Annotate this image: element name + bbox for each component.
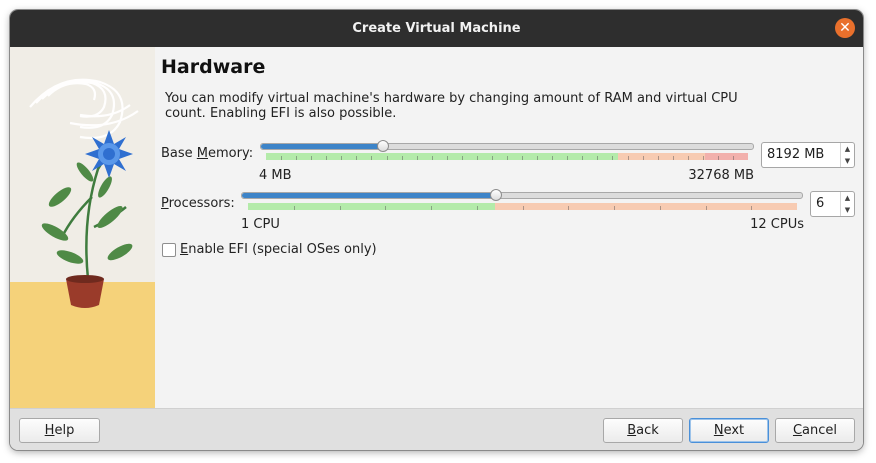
help-button[interactable]: Help xyxy=(19,418,100,443)
processors-max-label: 12 CPUs xyxy=(750,217,804,232)
plant-illustration-svg xyxy=(10,47,155,408)
base-memory-value: 8192 MB xyxy=(767,147,825,162)
page-description: You can modify virtual machine's hardwar… xyxy=(165,91,738,121)
memory-range-warning xyxy=(617,153,705,160)
button-bar: Help Back Next Cancel xyxy=(10,408,863,450)
hardware-page: Hardware You can modify virtual machine'… xyxy=(155,47,863,408)
window-title: Create Virtual Machine xyxy=(352,21,521,36)
processors-value: 6 xyxy=(816,196,825,211)
processors-label: Processors: xyxy=(161,196,235,211)
processors-spinbox[interactable]: 6 ▲ ▼ xyxy=(810,191,855,217)
close-button[interactable]: ✕ xyxy=(835,18,855,38)
chevron-up-icon[interactable]: ▲ xyxy=(841,143,854,155)
base-memory-slider-fill xyxy=(261,144,384,149)
base-memory-range-bar xyxy=(266,153,748,160)
memory-range-safe xyxy=(266,153,618,160)
dialog-content: Hardware You can modify virtual machine'… xyxy=(10,47,863,408)
chevron-down-icon[interactable]: ▼ xyxy=(841,155,854,167)
base-memory-slider-handle[interactable] xyxy=(377,140,390,152)
back-button[interactable]: Back xyxy=(603,418,683,443)
base-memory-slider[interactable] xyxy=(260,143,754,150)
cancel-button[interactable]: Cancel xyxy=(775,418,855,443)
enable-efi-label[interactable]: Enable EFI (special OSes only) xyxy=(180,242,377,257)
processors-range-bar xyxy=(248,203,797,210)
memory-range-danger xyxy=(704,153,748,160)
memory-max-label: 32768 MB xyxy=(688,168,754,183)
page-title: Hardware xyxy=(161,56,266,78)
processors-slider-handle[interactable] xyxy=(490,189,503,201)
processors-slider[interactable] xyxy=(241,192,803,199)
plant-illustration xyxy=(10,47,155,408)
processors-min-label: 1 CPU xyxy=(241,217,280,232)
title-bar[interactable]: Create Virtual Machine ✕ xyxy=(10,10,863,47)
dialog-window: Create Virtual Machine ✕ Hardware You ca… xyxy=(10,10,863,450)
chevron-up-icon[interactable]: ▲ xyxy=(841,192,854,204)
processors-range-safe xyxy=(248,203,496,210)
processors-slider-fill xyxy=(242,193,497,198)
chevron-down-icon[interactable]: ▼ xyxy=(841,204,854,216)
enable-efi-checkbox[interactable] xyxy=(162,243,176,257)
base-memory-label: Base Memory: xyxy=(161,146,254,161)
memory-min-label: 4 MB xyxy=(259,168,292,183)
base-memory-spinbox[interactable]: 8192 MB ▲ ▼ xyxy=(761,142,855,168)
close-icon: ✕ xyxy=(839,20,851,36)
next-button[interactable]: Next xyxy=(689,418,769,443)
processors-range-warning xyxy=(495,203,797,210)
